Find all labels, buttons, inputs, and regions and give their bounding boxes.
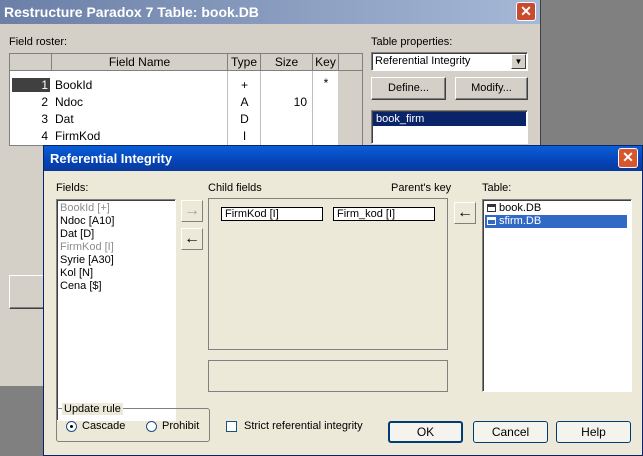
table-row-type[interactable]: I xyxy=(228,128,261,144)
column-header-field-name[interactable]: Field Name xyxy=(52,54,228,71)
list-item[interactable]: sfirm.DB xyxy=(485,215,627,228)
list-item[interactable]: Ndoc [A10] xyxy=(58,215,175,228)
table-list[interactable]: book.DB sfirm.DB xyxy=(482,199,632,392)
table-properties-list[interactable]: book_firm xyxy=(371,110,528,144)
table-row-key[interactable]: * xyxy=(313,75,339,91)
list-item[interactable]: book_firm xyxy=(373,112,526,126)
table-properties-label: Table properties: xyxy=(371,36,453,48)
parents-key-label: Parent's key xyxy=(391,182,452,194)
table-name: book.DB xyxy=(499,202,542,214)
restructure-title-bar: Restructure Paradox 7 Table: book.DB xyxy=(0,0,540,24)
table-row-type[interactable]: + xyxy=(228,77,261,93)
table-properties-select[interactable]: Referential Integrity ▼ xyxy=(371,52,528,71)
child-fields-panel: FirmKod [I] Firm_kod [I] xyxy=(208,198,448,350)
restructure-title: Restructure Paradox 7 Table: book.DB xyxy=(4,4,259,20)
table-row-field-name[interactable]: FirmKod xyxy=(55,128,100,144)
strict-label[interactable]: Strict referential integrity xyxy=(244,420,363,432)
dialog-title: Referential Integrity xyxy=(50,151,173,166)
list-item[interactable]: Dat [D] xyxy=(58,228,175,241)
table-icon xyxy=(487,217,496,225)
row-number: 4 xyxy=(41,129,48,143)
cascade-radio[interactable] xyxy=(66,421,77,432)
arrow-right-icon[interactable]: → xyxy=(181,200,203,222)
column-header-key[interactable]: Key xyxy=(313,54,339,71)
list-item[interactable]: Syrie [A30] xyxy=(58,254,175,267)
child-fields-label: Child fields xyxy=(208,182,262,194)
partial-button[interactable] xyxy=(9,275,45,309)
column-header-type[interactable]: Type xyxy=(228,54,261,71)
arrow-left-icon[interactable]: ← xyxy=(454,202,476,224)
referential-integrity-dialog: Referential Integrity ✕ Fields: BookId [… xyxy=(43,145,643,456)
table-row-type[interactable]: D xyxy=(228,111,261,127)
fields-label: Fields: xyxy=(56,182,89,194)
column-header-size[interactable]: Size xyxy=(261,54,313,71)
row-number-header xyxy=(10,54,52,71)
list-item[interactable]: FirmKod [I] xyxy=(58,241,175,254)
table-row-field-name[interactable]: Ndoc xyxy=(55,94,83,110)
list-item[interactable]: BookId [+] xyxy=(58,202,175,215)
child-field-value[interactable]: FirmKod [I] xyxy=(221,207,323,221)
define-button[interactable]: Define... xyxy=(371,77,446,100)
table-name: sfirm.DB xyxy=(499,215,542,227)
chevron-down-icon[interactable]: ▼ xyxy=(511,54,526,69)
list-item[interactable]: book.DB xyxy=(485,202,631,215)
field-roster-grid[interactable]: Field Name Type Size Key 1 BookId + * 2 … xyxy=(9,53,363,146)
row-number: 3 xyxy=(41,112,48,126)
row-number: 1 xyxy=(41,78,48,92)
restructure-close-icon[interactable]: ✕ xyxy=(516,2,536,21)
cancel-button[interactable]: Cancel xyxy=(473,421,548,443)
help-button[interactable]: Help xyxy=(556,421,631,443)
prohibit-radio[interactable] xyxy=(146,421,157,432)
row-number: 2 xyxy=(41,95,48,109)
grid-scroll-area xyxy=(338,71,362,145)
table-row-type[interactable]: A xyxy=(228,94,261,110)
arrow-left-icon[interactable]: ← xyxy=(181,228,203,250)
list-item[interactable]: Kol [N] xyxy=(58,267,175,280)
radio-dot xyxy=(70,425,73,428)
list-item[interactable]: Cena [$] xyxy=(58,280,175,293)
dialog-title-bar: Referential Integrity xyxy=(44,146,642,171)
table-row-field-name[interactable]: BookId xyxy=(55,77,92,93)
dialog-close-icon[interactable]: ✕ xyxy=(618,148,638,168)
table-row-field-name[interactable]: Dat xyxy=(55,111,74,127)
modify-button[interactable]: Modify... xyxy=(455,77,528,100)
table-icon xyxy=(487,204,496,212)
status-panel xyxy=(208,360,448,392)
fields-list[interactable]: BookId [+] Ndoc [A10] Dat [D] FirmKod [I… xyxy=(56,199,176,421)
cascade-label[interactable]: Cascade xyxy=(82,420,125,432)
table-label: Table: xyxy=(482,182,512,194)
strict-checkbox[interactable] xyxy=(226,421,237,432)
update-rule-label: Update rule xyxy=(62,403,123,415)
parent-key-value[interactable]: Firm_kod [I] xyxy=(333,207,435,221)
ok-button[interactable]: OK xyxy=(388,421,463,443)
prohibit-label[interactable]: Prohibit xyxy=(162,420,199,432)
field-roster-label: Field roster: xyxy=(9,36,68,48)
table-properties-value: Referential Integrity xyxy=(375,55,471,67)
grid-header-filler xyxy=(339,54,362,71)
table-row-size[interactable]: 10 xyxy=(261,94,307,110)
